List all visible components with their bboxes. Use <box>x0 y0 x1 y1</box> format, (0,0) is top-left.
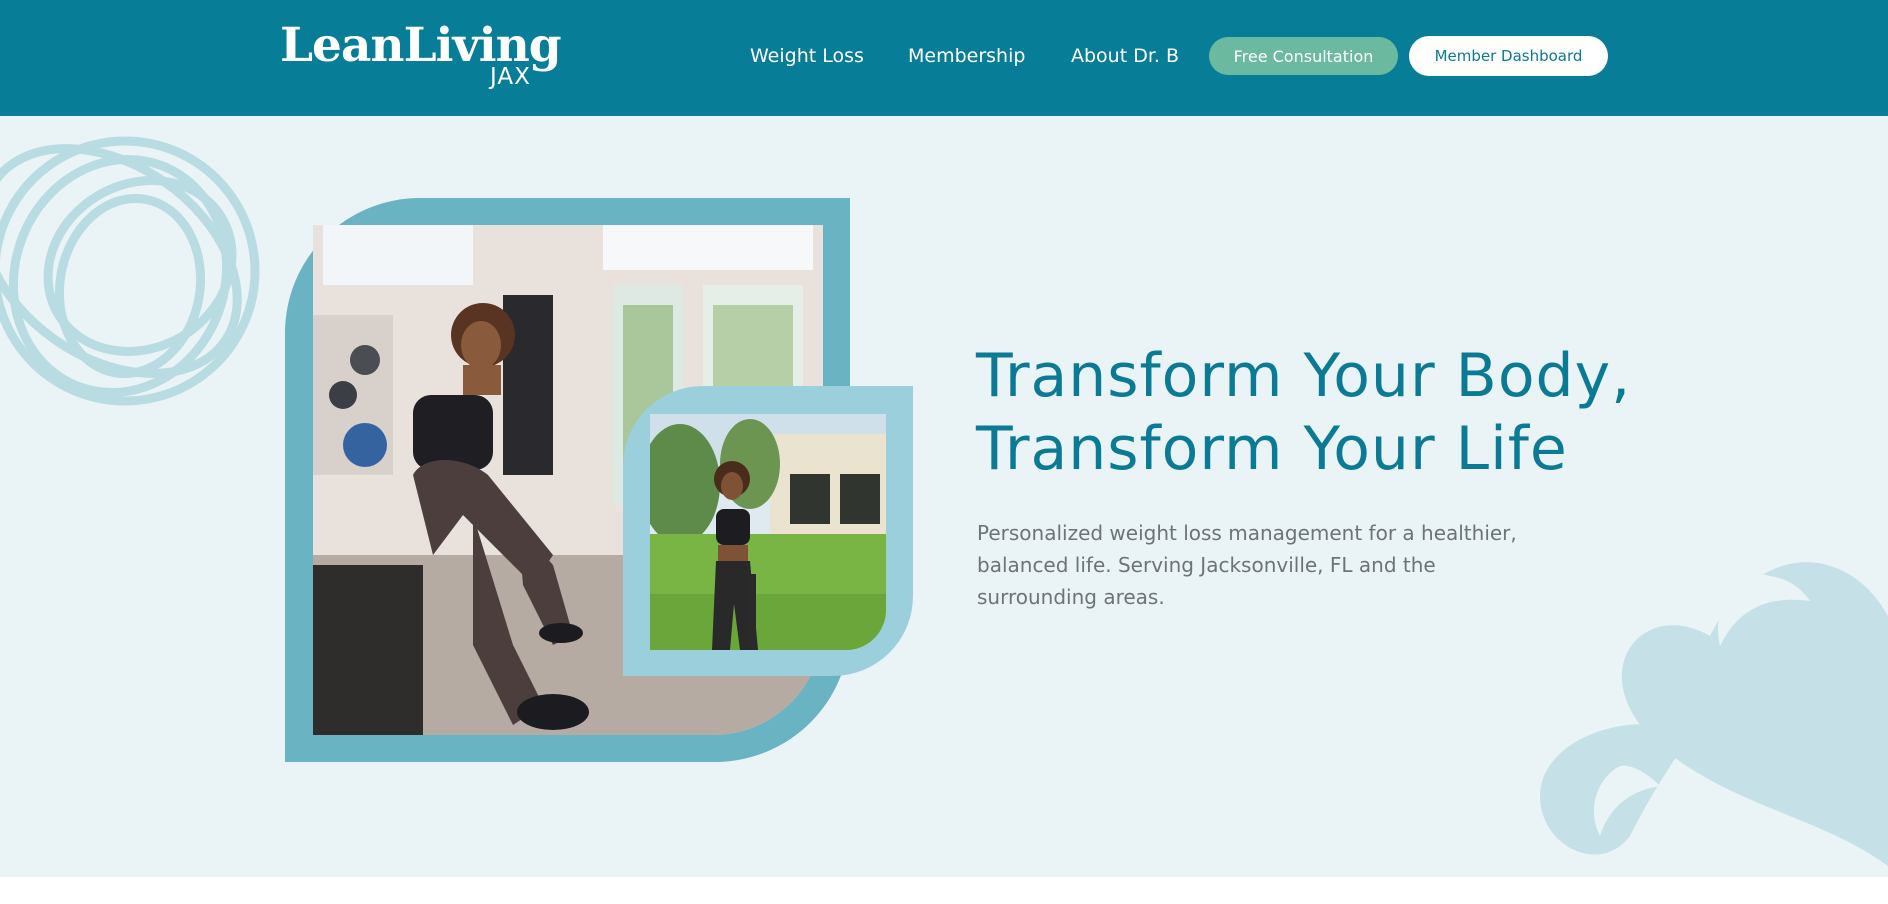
hero-headline: Transform Your Body, Transform Your Life <box>976 340 1631 486</box>
nav-about[interactable]: About Dr. B <box>1071 44 1179 68</box>
nav-membership[interactable]: Membership <box>908 44 1025 68</box>
site-header: LeanLiving JAX Weight Loss Membership Ab… <box>0 0 1888 116</box>
member-dashboard-button[interactable]: Member Dashboard <box>1409 36 1608 76</box>
nav-weight-loss[interactable]: Weight Loss <box>750 44 864 68</box>
logo-subtitle: JAX <box>490 64 531 90</box>
hero-secondary-photo <box>650 414 886 650</box>
hero-headline-line-2: Transform Your Life <box>976 414 1568 484</box>
photo-woman-outdoors-icon <box>650 414 886 650</box>
page-bottom-strip <box>0 877 1888 904</box>
site-logo[interactable]: LeanLiving JAX <box>280 18 580 90</box>
hero-subtext: Personalized weight loss management for … <box>977 521 1517 609</box>
swirl-decoration-icon <box>0 136 260 406</box>
leaf-decoration-icon <box>1540 562 1888 866</box>
free-consultation-button[interactable]: Free Consultation <box>1209 37 1398 75</box>
hero-headline-line-1: Transform Your Body, <box>976 341 1632 411</box>
hero-section: Transform Your Body, Transform Your Life… <box>0 116 1888 877</box>
